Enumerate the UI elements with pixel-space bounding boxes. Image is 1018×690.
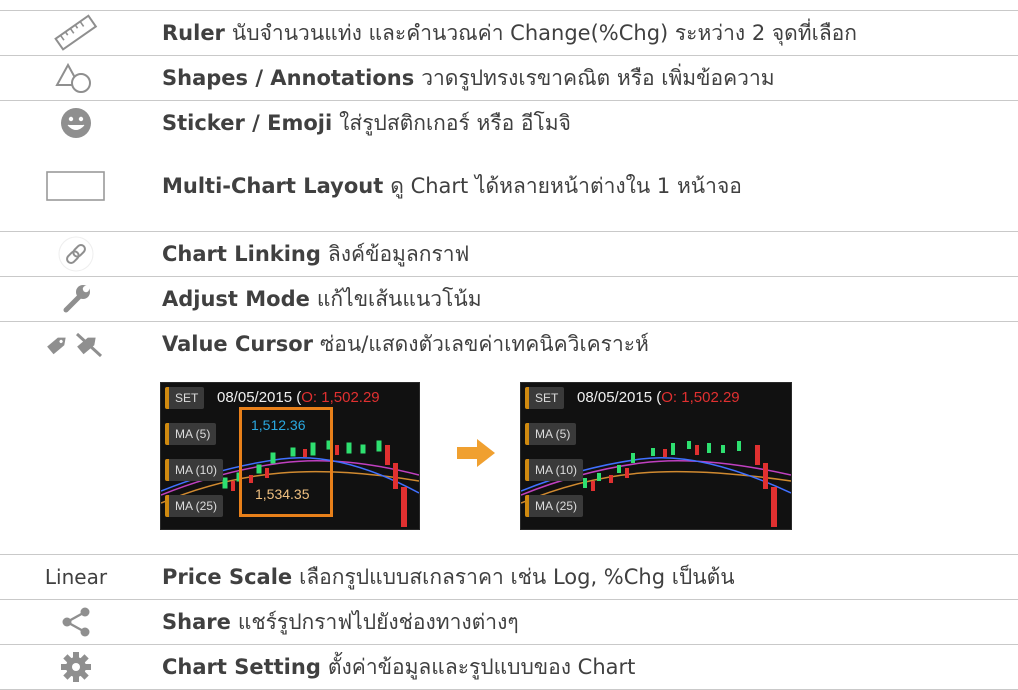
legend-text: ตั้งค่าข้อมูลและรูปแบบของ Chart	[327, 654, 636, 679]
share-icon[interactable]	[0, 600, 152, 644]
indicator-label: MA (5)	[525, 423, 577, 445]
gear-icon[interactable]	[0, 645, 152, 689]
legend-title: Chart Setting	[162, 655, 321, 679]
legend-description: Shapes / Annotations วาดรูปทรงเรขาคณิต ห…	[162, 56, 775, 100]
legend-text: เลือกรูปแบบสเกลราคา เช่น Log, %Chg เป็นต…	[299, 564, 735, 589]
chart-preview-cursor-on: SET 08/05/2015 (O: 1,502.29 MA (5) MA (1…	[160, 382, 420, 530]
legend-text: วาดรูปทรงเรขาคณิต หรือ เพิ่มข้อความ	[421, 65, 775, 90]
legend-text: นับจำนวนแท่ง และคำนวณค่า Change(%Chg) ระ…	[231, 20, 858, 45]
legend-text: ลิงค์ข้อมูลกราฟ	[327, 241, 470, 266]
legend-text: แก้ไขเส้นแนวโน้ม	[316, 286, 482, 311]
legend-title: Adjust Mode	[162, 287, 310, 311]
wrench-icon[interactable]	[0, 277, 152, 321]
indicator-label: MA (10)	[525, 459, 584, 481]
indicator-label: MA (10)	[165, 459, 224, 481]
legend-title: Multi-Chart Layout	[162, 174, 384, 198]
arrow-right-icon	[455, 437, 497, 469]
legend-row-linking: Chart Linking ลิงค์ข้อมูลกราฟ	[0, 231, 1018, 276]
legend-text: ซ่อน/แสดงตัวเลขค่าเทคนิควิเคราะห์	[319, 331, 649, 356]
legend-description: Multi-Chart Layout ดู Chart ได้หลายหน้าต…	[162, 164, 742, 208]
legend-row-sticker: Sticker / Emoji ใส่รูปสติกเกอร์ หรือ อีโ…	[0, 100, 1018, 145]
smiley-icon[interactable]	[0, 101, 152, 145]
chart-preview-cursor-off: SET 08/05/2015 (O: 1,502.29 MA (5) MA (1…	[520, 382, 792, 530]
legend-description: Value Cursor ซ่อน/แสดงตัวเลขค่าเทคนิควิเ…	[162, 322, 649, 366]
price-scale-value: Linear	[44, 565, 108, 589]
legend-row-shapes: Shapes / Annotations วาดรูปทรงเรขาคณิต ห…	[0, 55, 1018, 100]
price-scale-toggle[interactable]: Linear	[0, 555, 152, 599]
indicator-label: MA (25)	[165, 495, 224, 517]
legend-description: Share แชร์รูปกราฟไปยังช่องทางต่างๆ	[162, 600, 519, 644]
legend-row-value-cursor: Value Cursor ซ่อน/แสดงตัวเลขค่าเทคนิควิเ…	[0, 321, 1018, 545]
legend-row-layout: Multi-Chart Layout ดู Chart ได้หลายหน้าต…	[0, 164, 1018, 208]
legend-title: Chart Linking	[162, 242, 321, 266]
legend-title: Value Cursor	[162, 332, 313, 356]
layout-icon[interactable]	[0, 164, 152, 208]
legend-title: Shapes / Annotations	[162, 66, 415, 90]
legend-description: Chart Linking ลิงค์ข้อมูลกราฟ	[162, 232, 469, 276]
symbol-label: SET	[165, 387, 205, 409]
tag-icon[interactable]	[0, 322, 152, 366]
link-icon[interactable]	[0, 232, 152, 276]
legend-row-adjust: Adjust Mode แก้ไขเส้นแนวโน้ม	[0, 276, 1018, 321]
indicator-label: MA (25)	[525, 495, 584, 517]
symbol-label: SET	[525, 387, 565, 409]
ohlc-text: 08/05/2015 (O: 1,502.29	[577, 389, 740, 406]
legend-title: Price Scale	[162, 565, 293, 589]
legend-title: Ruler	[162, 21, 225, 45]
indicator-label: MA (5)	[165, 423, 217, 445]
legend-row-settings: Chart Setting ตั้งค่าข้อมูลและรูปแบบของ …	[0, 644, 1018, 690]
ruler-icon[interactable]	[0, 11, 152, 55]
legend-description: Price Scale เลือกรูปแบบสเกลราคา เช่น Log…	[162, 555, 735, 599]
legend-title: Sticker / Emoji	[162, 111, 333, 135]
legend-description: Ruler นับจำนวนแท่ง และคำนวณค่า Change(%C…	[162, 11, 857, 55]
legend-text: ดู Chart ได้หลายหน้าต่างใน 1 หน้าจอ	[390, 173, 742, 198]
legend-row-ruler: Ruler นับจำนวนแท่ง และคำนวณค่า Change(%C…	[0, 10, 1018, 55]
shapes-icon[interactable]	[0, 56, 152, 100]
legend-row-price-scale: Linear Price Scale เลือกรูปแบบสเกลราคา เ…	[0, 554, 1018, 599]
legend-text: แชร์รูปกราฟไปยังช่องทางต่างๆ	[237, 609, 519, 634]
legend-description: Sticker / Emoji ใส่รูปสติกเกอร์ หรือ อีโ…	[162, 101, 571, 145]
legend-description: Chart Setting ตั้งค่าข้อมูลและรูปแบบของ …	[162, 645, 635, 689]
cursor-value: 1,512.36	[251, 417, 306, 433]
legend-row-share: Share แชร์รูปกราฟไปยังช่องทางต่างๆ	[0, 599, 1018, 644]
ohlc-text: 08/05/2015 (O: 1,502.29	[217, 389, 380, 406]
legend-text: ใส่รูปสติกเกอร์ หรือ อีโมจิ	[339, 110, 571, 135]
legend-description: Adjust Mode แก้ไขเส้นแนวโน้ม	[162, 277, 482, 321]
cursor-value: 1,534.35	[255, 486, 310, 502]
legend-title: Share	[162, 610, 231, 634]
